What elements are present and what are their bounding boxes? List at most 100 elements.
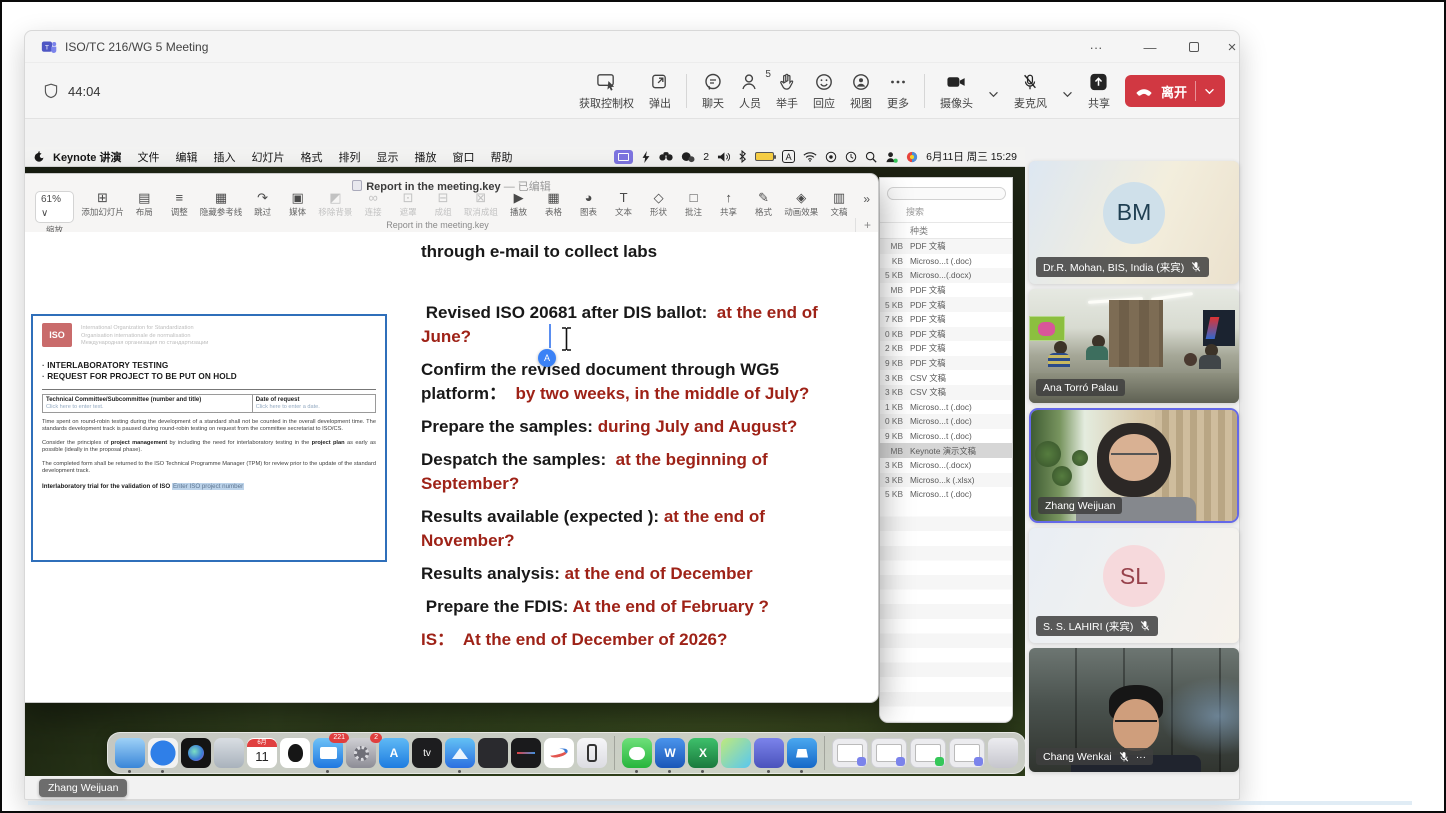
keynote-toolbar-button[interactable]: ▶ 播放	[506, 191, 532, 218]
date-placeholder[interactable]: Click here to enter a date.	[256, 404, 372, 410]
window-more-button[interactable]: ···	[1081, 31, 1111, 63]
battery-icon[interactable]	[755, 152, 774, 161]
dock-mail-icon[interactable]: 221	[313, 738, 343, 768]
slide-text-line[interactable]: Prepare the samples: during July and Aug…	[421, 415, 845, 439]
iso-project-number-field[interactable]: Enter ISO project number	[172, 483, 244, 490]
apple-menu-icon[interactable]	[33, 150, 45, 163]
menubar-item[interactable]: 编辑	[167, 149, 205, 165]
menubar-item[interactable]: 排列	[330, 149, 368, 165]
keynote-toolbar-button[interactable]: □ 批注	[681, 191, 707, 218]
mic-button[interactable]: 麦克风	[1014, 72, 1047, 111]
raise-hand-button[interactable]: 举手	[776, 72, 798, 111]
menubar-item[interactable]: Keynote 讲演	[45, 149, 129, 165]
slide-text-block[interactable]: through e-mail to collect labs Revised I…	[421, 240, 845, 661]
finder-row[interactable]: 3 KB Microso...k (.xlsx)	[880, 473, 1012, 488]
participant-tile-lahiri[interactable]: SL S. S. LAHIRI (来宾)	[1029, 528, 1239, 643]
wifi-icon[interactable]	[803, 151, 817, 162]
mic-options-chevron[interactable]	[1062, 85, 1073, 98]
toolbar-overflow-chevron[interactable]: »	[863, 192, 870, 206]
keynote-toolbar-button[interactable]: ✎ 格式	[751, 191, 777, 218]
camera-button[interactable]: 摄像头	[940, 72, 973, 111]
dock-minimized-window-3[interactable]	[910, 738, 946, 768]
slide-text-line[interactable]: Results available (expected ): at the en…	[421, 505, 845, 553]
dock-media-app-icon[interactable]	[478, 738, 508, 768]
finder-row[interactable]: MB PDF 文稿	[880, 283, 1012, 298]
dock-appletv-icon[interactable]: tv	[412, 738, 442, 768]
participant-tile-chang[interactable]: Chang Wenkai ···	[1029, 648, 1239, 772]
dock-word-icon[interactable]: W	[655, 738, 685, 768]
dock-siri-icon[interactable]	[181, 738, 211, 768]
tc-placeholder[interactable]: Click here to enter text.	[46, 404, 249, 410]
keynote-toolbar-button[interactable]: ▥ 文稿	[826, 191, 852, 218]
menubar-item[interactable]: 显示	[368, 149, 406, 165]
dock-settings-icon[interactable]: 2	[346, 738, 376, 768]
dock-safari-icon[interactable]	[148, 738, 178, 768]
keynote-toolbar-button[interactable]: ▦ 表格	[541, 191, 567, 218]
take-control-button[interactable]: 获取控制权	[579, 72, 634, 111]
keynote-toolbar-button[interactable]: T 文本	[611, 191, 637, 218]
dock-appstore-icon[interactable]: A	[379, 738, 409, 768]
participant-tile-mohan[interactable]: BM Dr.R. Mohan, BIS, India (来宾)	[1029, 161, 1239, 284]
dock-qq-icon[interactable]	[280, 738, 310, 768]
dock-excel-icon[interactable]: X	[688, 738, 718, 768]
finder-row[interactable]: 3 KB CSV 文稿	[880, 385, 1012, 400]
slide-text-line[interactable]: Revised ISO 20681 after DIS ballot: at t…	[421, 301, 845, 349]
user-status-icon[interactable]	[885, 151, 898, 163]
dock-iphone-mirroring-icon[interactable]	[577, 738, 607, 768]
slide-text-line[interactable]: IS： At the end of December of 2026?	[421, 628, 845, 652]
dock-calendar-icon[interactable]: 6月 11	[247, 738, 277, 768]
finder-row[interactable]: 5 KB PDF 文稿	[880, 297, 1012, 312]
keynote-toolbar-button[interactable]: ↑ 共享	[716, 191, 742, 218]
finder-row[interactable]: 2 KB PDF 文稿	[880, 341, 1012, 356]
screen-sharing-status-icon[interactable]	[614, 150, 633, 164]
tile-more-menu[interactable]: ···	[1136, 751, 1147, 763]
finder-row[interactable]: MB PDF 文稿	[880, 239, 1012, 254]
finder-search-input[interactable]	[887, 187, 1006, 200]
slide-text-line[interactable]: Prepare the FDIS: At the end of February…	[421, 595, 845, 619]
keynote-toolbar-button[interactable]: ⊠ 取消成组	[465, 191, 496, 218]
react-button[interactable]: 回应	[813, 72, 835, 111]
menubar-item[interactable]: 格式	[292, 149, 330, 165]
finder-row[interactable]: 0 KB PDF 文稿	[880, 327, 1012, 342]
pop-out-button[interactable]: 弹出	[649, 72, 671, 111]
finder-row[interactable]: 5 KB Microso...(.docx)	[880, 268, 1012, 283]
menubar-item[interactable]: 文件	[129, 149, 167, 165]
view-button[interactable]: 视图	[850, 72, 872, 111]
dock-launchpad-icon[interactable]	[214, 738, 244, 768]
slide-text-line[interactable]: Results analysis: at the end of December	[421, 562, 845, 586]
finder-kind-column-header[interactable]: 种类	[880, 222, 1012, 239]
menubar-datetime[interactable]: 6月11日 周三 15:29	[926, 149, 1017, 164]
people-button[interactable]: 5 人员	[739, 72, 761, 111]
spotlight-icon[interactable]	[865, 151, 877, 163]
keynote-toolbar-button[interactable]: ⊡ 遮罩	[395, 191, 421, 218]
finder-row[interactable]: 9 KB Microso...t (.doc)	[880, 429, 1012, 444]
clock-icon[interactable]	[845, 151, 857, 163]
dock-audio-app-icon[interactable]	[511, 738, 541, 768]
iso-form-page[interactable]: ISO International Organization for Stand…	[31, 314, 387, 562]
participant-tile-zhang-active-speaker[interactable]: Zhang Weijuan	[1029, 408, 1239, 523]
keynote-toolbar-button[interactable]: ▦ 隐藏参考线	[201, 191, 240, 218]
window-close-button[interactable]: ×	[1217, 31, 1247, 63]
menubar-item[interactable]: 幻灯片	[243, 149, 292, 165]
dock-teams-icon[interactable]	[754, 738, 784, 768]
window-maximize-button[interactable]	[1179, 31, 1209, 63]
keynote-toolbar-button[interactable]: ↷ 跳过	[250, 191, 276, 218]
keynote-toolbar-button[interactable]: ◈ 动画效果	[786, 191, 817, 218]
more-button[interactable]: 更多	[887, 72, 909, 111]
keynote-toolbar-button[interactable]: ◩ 移除背景	[320, 191, 351, 218]
keynote-toolbar-button[interactable]: ◕ 图表	[576, 191, 602, 218]
keynote-toolbar-button[interactable]: ⊞ 添加幻灯片	[83, 191, 122, 218]
dock-health-app-icon[interactable]	[544, 738, 574, 768]
keynote-toolbar-button[interactable]: ∞ 连接	[360, 191, 386, 218]
finder-row[interactable]: 3 KB Microso...(.docx)	[880, 458, 1012, 473]
slide-text-line[interactable]: Despatch the samples: at the beginning o…	[421, 448, 845, 496]
slide-text-line[interactable]: Confirm the revised document through WG5…	[421, 358, 845, 406]
binoculars-icon[interactable]	[659, 151, 673, 162]
menubar-item[interactable]: 播放	[406, 149, 444, 165]
keynote-toolbar-button[interactable]: ▤ 布局	[131, 191, 157, 218]
finder-row[interactable]: 5 KB Microso...t (.doc)	[880, 487, 1012, 502]
participant-tile-ana[interactable]: Ana Torró Palau	[1029, 289, 1239, 403]
slide-text-line[interactable]: through e-mail to collect labs	[421, 240, 845, 264]
finder-row[interactable]: MB Keynote 演示文稿	[880, 443, 1012, 458]
dock-minimized-window-1[interactable]	[832, 738, 868, 768]
